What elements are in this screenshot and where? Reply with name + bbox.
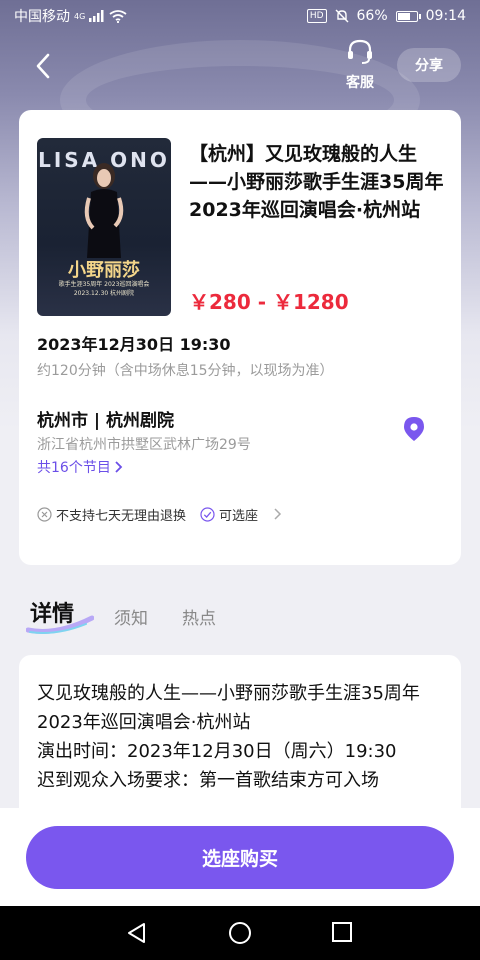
clock: 09:14 — [425, 8, 466, 24]
poster-title: 小野丽莎 — [68, 260, 140, 281]
show-poster[interactable]: LISA ONO 小野丽莎 歌手生涯35周年 2023巡回演唱会 2023.12… — [37, 138, 171, 316]
policy-seat-selection: 可选座 — [200, 505, 258, 524]
top-header: 客服 分享 — [0, 36, 480, 96]
headset-icon — [348, 39, 372, 64]
battery-icon — [395, 10, 421, 22]
show-info-card: LISA ONO 小野丽莎 歌手生涯35周年 2023巡回演唱会 2023.12… — [19, 110, 461, 565]
status-left: 中国移动 4G — [14, 6, 127, 26]
nav-recent-apps-icon[interactable] — [330, 920, 354, 944]
select-seat-buy-button[interactable]: 选座购买 — [26, 826, 454, 889]
tab-hot[interactable]: 热点 — [182, 604, 216, 629]
details-line: 2023年巡回演唱会·杭州站 — [37, 712, 251, 733]
x-circle-icon — [37, 506, 52, 522]
system-nav-bar — [0, 906, 480, 960]
nav-back-icon[interactable] — [124, 920, 150, 946]
wifi-icon — [109, 9, 127, 23]
status-right: HD 66% 09:14 — [306, 8, 466, 24]
policy-no-refund: 不支持七天无理由退换 — [37, 505, 186, 524]
bottom-action-bar: 选座购买 — [0, 808, 480, 906]
details-line: 又见玫瑰般的人生——小野丽莎歌手生涯35周年 — [37, 683, 420, 704]
chevron-left-icon — [36, 53, 50, 79]
chevron-right-icon — [274, 508, 282, 520]
tab-details[interactable]: 详情 — [30, 596, 74, 628]
policy-label: 不支持七天无理由退换 — [56, 508, 187, 524]
status-bar: 中国移动 4G HD 66% 09:14 — [0, 0, 480, 32]
signal-icon — [89, 10, 104, 22]
sessions-label: 共16个节目 — [37, 460, 111, 476]
price-range: ￥280 - ￥1280 — [189, 290, 349, 314]
network-label: 4G — [74, 11, 86, 21]
policy-label: 可选座 — [219, 508, 259, 524]
customer-service-button[interactable]: 客服 — [336, 38, 384, 92]
service-label: 客服 — [346, 75, 374, 91]
show-title: 【杭州】又见玫瑰般的人生——小野丽莎歌手生涯35周年 2023年巡回演唱会·杭州… — [189, 143, 444, 221]
nav-home-icon[interactable] — [226, 919, 254, 947]
singer-figure — [84, 163, 124, 258]
carrier-label: 中国移动 — [14, 9, 70, 25]
details-line: 迟到观众入场要求：第一首歌结束方可入场 — [37, 770, 379, 791]
poster-subtitle: 歌手生涯35周年 2023巡回演唱会 2023.12.30 杭州剧院 — [58, 281, 150, 297]
venue-address: 浙江省杭州市拱墅区武林广场29号 — [37, 437, 251, 453]
share-button[interactable]: 分享 — [397, 48, 461, 82]
detail-tabs: 详情 须知 热点 — [0, 590, 480, 640]
mute-icon — [335, 9, 349, 23]
show-duration: 约120分钟（含中场休息15分钟，以现场为准） — [37, 363, 334, 379]
sessions-link[interactable]: 共16个节目 — [37, 457, 123, 477]
venue-name[interactable]: 杭州市 | 杭州剧院 — [37, 406, 174, 431]
chevron-right-icon — [115, 461, 123, 473]
location-pin-icon[interactable] — [403, 416, 425, 442]
back-button[interactable] — [28, 50, 60, 82]
show-datetime: 2023年12月30日 19:30 — [37, 335, 231, 354]
battery-percent: 66% — [356, 8, 388, 24]
hd-icon: HD — [306, 9, 327, 23]
details-line: 演出时间：2023年12月30日（周六）19:30 — [37, 741, 397, 762]
check-circle-icon — [200, 506, 215, 522]
tab-notice[interactable]: 须知 — [114, 604, 148, 629]
policy-row[interactable]: 不支持七天无理由退换 可选座 — [37, 502, 443, 526]
